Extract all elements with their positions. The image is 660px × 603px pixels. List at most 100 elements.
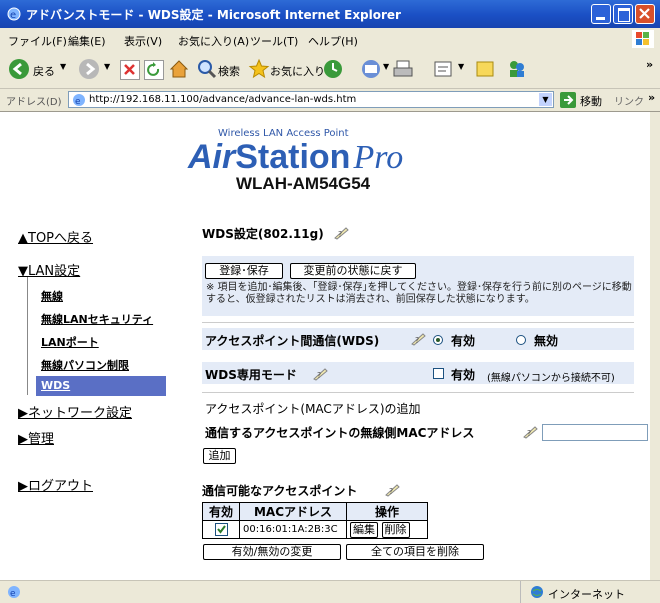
- back-dropdown-icon[interactable]: ▼: [60, 62, 66, 71]
- search-button-label[interactable]: 検索: [218, 63, 240, 79]
- table-header-enabled: 有効: [202, 502, 240, 521]
- row-enabled-checkbox[interactable]: [214, 523, 228, 537]
- edit-button[interactable]: 編集: [350, 521, 378, 538]
- table-row: 00:16:01:1A:2B:3C 編集 削除: [202, 520, 428, 539]
- search-icon[interactable]: [196, 58, 218, 80]
- status-bar: e インターネット: [0, 580, 660, 603]
- links-overflow-icon[interactable]: »: [648, 91, 655, 104]
- menu-bar: ファイル(F) 編集(E) 表示(V) お気に入り(A) ツール(T) ヘルプ(…: [0, 28, 660, 51]
- table-header-mac: MACアドレス: [239, 502, 347, 521]
- window-title: アドバンストモード - WDS設定 - Microsoft Internet E…: [26, 8, 401, 22]
- sidebar-item-lan-port[interactable]: LANポート: [41, 334, 99, 350]
- go-button-label[interactable]: 移動: [580, 93, 602, 109]
- sidebar-item-wds-label: WDS: [41, 379, 71, 392]
- page-title: WDS設定(802.11g): [202, 227, 324, 241]
- wds-only-label: WDS専用モード: [205, 368, 297, 382]
- windows-logo-icon: [632, 30, 654, 48]
- sidebar-item-wireless[interactable]: 無線: [41, 288, 63, 304]
- nav-top[interactable]: ▲TOPへ戻る: [18, 227, 93, 246]
- mac-field-label: 通信するアクセスポイントの無線側MACアドレス: [205, 426, 475, 440]
- svg-text:?: ?: [338, 230, 342, 239]
- help-icon[interactable]: ?: [333, 226, 349, 243]
- mac-address-input[interactable]: [542, 424, 648, 441]
- wds-only-note: (無線パソコンから接続不可): [487, 373, 615, 384]
- favorites-button-label[interactable]: お気に入り: [270, 63, 325, 79]
- close-button[interactable]: [635, 4, 655, 24]
- stop-icon[interactable]: [120, 60, 140, 80]
- logo-air: Air: [188, 138, 236, 176]
- divider: [202, 322, 634, 323]
- nav-admin[interactable]: ▶管理: [18, 428, 54, 447]
- delete-button[interactable]: 削除: [381, 521, 410, 538]
- menu-file[interactable]: ファイル(F): [8, 33, 67, 49]
- back-button-label[interactable]: 戻る: [33, 63, 55, 79]
- table-cell-action: 編集 削除: [346, 520, 428, 539]
- go-icon[interactable]: [560, 92, 576, 108]
- help-icon[interactable]: ?: [522, 425, 538, 442]
- discuss-icon[interactable]: [474, 58, 496, 80]
- menu-favorites[interactable]: お気に入り(A): [178, 33, 249, 49]
- zone-label: インターネット: [548, 588, 625, 601]
- forward-dropdown-icon[interactable]: ▼: [104, 62, 110, 71]
- logo-pro: Pro: [353, 139, 404, 176]
- wds-only-checkbox[interactable]: [433, 368, 444, 379]
- page-content: Wireless LAN Access Point AirStationPro …: [0, 112, 650, 580]
- messenger-icon[interactable]: [506, 58, 528, 80]
- menu-tools[interactable]: ツール(T): [250, 33, 298, 49]
- address-dropdown-icon[interactable]: ▼: [539, 93, 552, 106]
- edit-icon[interactable]: [432, 58, 454, 80]
- address-input[interactable]: e http://192.168.11.100/advance/advance-…: [68, 91, 554, 108]
- home-icon[interactable]: [168, 58, 190, 80]
- help-icon[interactable]: ?: [410, 332, 426, 349]
- sidebar-item-pc-restriction[interactable]: 無線パソコン制限: [41, 357, 129, 373]
- save-button[interactable]: 登録･保存: [205, 263, 283, 279]
- nav-logout[interactable]: ▶ログアウト: [18, 475, 93, 494]
- delete-all-button[interactable]: 全ての項目を削除: [346, 544, 484, 560]
- help-icon[interactable]: ?: [312, 367, 328, 384]
- address-label: アドレス(D): [6, 97, 62, 108]
- toolbar: 戻る ▼ ▼ 検索 お気に入り ▼ ▼ »: [0, 50, 660, 89]
- wds-disabled-radio[interactable]: [516, 335, 526, 345]
- svg-text:?: ?: [415, 336, 419, 345]
- status-divider: [520, 581, 521, 603]
- ap-table: 有効 MACアドレス 操作 00:16:01:1A:2B:3C 編集 削除: [202, 502, 428, 539]
- maximize-button[interactable]: [613, 4, 633, 24]
- restore-button[interactable]: 変更前の状態に戻す: [290, 263, 416, 279]
- toolbar-overflow-icon[interactable]: »: [646, 58, 653, 71]
- svg-text:?: ?: [527, 429, 531, 438]
- toggle-enabled-button[interactable]: 有効/無効の変更: [203, 544, 341, 560]
- address-bar: アドレス(D) e http://192.168.11.100/advance/…: [0, 89, 660, 112]
- mail-dropdown-icon[interactable]: ▼: [383, 62, 389, 71]
- links-label[interactable]: リンク: [614, 93, 644, 108]
- back-icon[interactable]: [8, 58, 30, 80]
- history-icon[interactable]: [322, 58, 344, 80]
- menu-help[interactable]: ヘルプ(H): [308, 33, 358, 49]
- address-url: http://192.168.11.100/advance/advance-la…: [89, 94, 357, 105]
- table-header-action: 操作: [346, 502, 428, 521]
- sidebar-tree-line: [27, 277, 28, 395]
- brand-logo: AirStationPro: [188, 138, 403, 177]
- nav-network-settings[interactable]: ▶ネットワーク設定: [18, 402, 132, 421]
- menu-edit[interactable]: 編集(E): [68, 33, 106, 49]
- add-button[interactable]: 追加: [203, 448, 236, 464]
- refresh-icon[interactable]: [144, 60, 164, 80]
- minimize-button[interactable]: [591, 4, 611, 24]
- forward-icon[interactable]: [78, 58, 100, 80]
- menu-view[interactable]: 表示(V): [124, 33, 162, 49]
- sidebar-item-wireless-security[interactable]: 無線LANセキュリティ: [41, 311, 153, 327]
- mail-icon[interactable]: [360, 58, 382, 80]
- edit-dropdown-icon[interactable]: ▼: [458, 62, 464, 71]
- favorites-icon[interactable]: [248, 58, 270, 80]
- svg-text:e: e: [10, 10, 16, 21]
- vertical-scrollbar[interactable]: [650, 112, 660, 580]
- save-note: ※ 項目を追加･編集後、｢登録･保存｣を押してください。登録･保存を行う前に別の…: [206, 282, 632, 305]
- print-icon[interactable]: [392, 58, 414, 80]
- wds-enabled-radio[interactable]: [433, 335, 443, 345]
- model-name: WLAH-AM54G54: [236, 174, 371, 193]
- wds-enabled-label: 有効: [451, 334, 476, 348]
- svg-text:e: e: [75, 97, 81, 107]
- divider: [202, 392, 634, 393]
- title-bar: e アドバンストモード - WDS設定 - Microsoft Internet…: [0, 0, 660, 28]
- sidebar-item-wds-active[interactable]: WDS: [36, 376, 166, 396]
- help-icon[interactable]: ?: [384, 483, 400, 500]
